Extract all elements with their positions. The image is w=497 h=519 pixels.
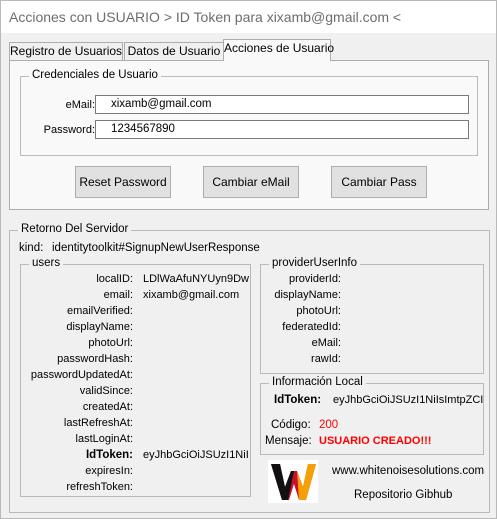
refreshtoken-label: refreshToken:: [66, 481, 133, 493]
tab-strip: Registro de Usuarios Datos de Usuario Ac…: [9, 39, 487, 61]
photourl-label: photoUrl:: [88, 337, 133, 349]
createdat-label: createdAt:: [82, 401, 133, 413]
kind-label: kind:: [19, 242, 44, 254]
credentials-group: Credenciales de Usuario eMail: xixamb@gm…: [20, 69, 478, 156]
kind-value: identitytoolkit#SignupNewUserResponse: [52, 242, 260, 254]
tab-registro-usuarios[interactable]: Registro de Usuarios: [9, 42, 123, 61]
github-repo-link[interactable]: Repositorio Gibhub: [354, 489, 452, 501]
localid-value: LDlWaAfuNYUyn9Dw: [143, 273, 249, 285]
users-group-label: users: [29, 257, 64, 269]
mensaje-value: USUARIO CREADO!!!: [319, 435, 432, 447]
provider-email-label: eMail:: [311, 337, 341, 349]
provider-displayname-label: displayName:: [274, 289, 341, 301]
rawid-label: rawId:: [311, 353, 341, 365]
users-group: users localID: LDlWaAfuNYUyn9Dw email: x…: [20, 257, 251, 497]
provider-group-label: providerUserInfo: [269, 257, 361, 269]
local-idtoken-label: IdToken:: [274, 394, 322, 406]
title-bar: Acciones con USUARIO > ID Token para xix…: [1, 1, 496, 33]
server-response-group: Retorno Del Servidor kind: identitytoolk…: [9, 223, 490, 513]
displayname-label: displayName:: [66, 321, 133, 333]
server-group-label: Retorno Del Servidor: [18, 223, 132, 235]
passwordhash-label: passwordHash:: [57, 353, 133, 365]
provider-photourl-label: photoUrl:: [296, 305, 341, 317]
logo-w-icon: [268, 460, 318, 503]
localid-label: localID:: [96, 273, 133, 285]
codigo-label: Código:: [271, 419, 311, 431]
local-info-group-label: Información Local: [269, 376, 366, 388]
federatedid-label: federatedId:: [282, 321, 341, 333]
main-window: Acciones con USUARIO > ID Token para xix…: [0, 0, 497, 519]
cambiar-email-button[interactable]: Cambiar eMail: [203, 166, 299, 198]
cambiar-pass-button[interactable]: Cambiar Pass: [331, 166, 427, 198]
tab-panel-acciones: Credenciales de Usuario eMail: xixamb@gm…: [9, 60, 489, 210]
mensaje-label: Mensaje:: [265, 435, 312, 447]
lastloginat-label: lastLoginAt:: [75, 433, 133, 445]
idtoken-user-value: eyJhbGciOiJSUzI1NiI: [143, 449, 249, 461]
reset-password-button[interactable]: Reset Password: [75, 166, 171, 198]
tab-acciones-usuario[interactable]: Acciones de Usuario: [223, 39, 334, 61]
codigo-value: 200: [319, 419, 339, 431]
password-label: Password:: [43, 124, 95, 136]
website-link[interactable]: www.whitenoisesolutions.com: [332, 465, 484, 477]
whitenoise-logo[interactable]: [268, 460, 318, 503]
email-label: eMail:: [65, 99, 95, 111]
lastrefreshat-label: lastRefreshAt:: [63, 417, 133, 429]
expiresin-label: expiresIn:: [85, 465, 133, 477]
local-info-group: Información Local IdToken: eyJhbGciOiJSU…: [260, 376, 484, 455]
validsince-label: validSince:: [79, 385, 133, 397]
idtoken-user-label: IdToken:: [85, 449, 133, 461]
email-user-label: email:: [103, 289, 133, 301]
passwordupdatedat-label: passwordUpdatedAt:: [30, 369, 133, 381]
email-user-value: xixamb@gmail.com: [143, 289, 240, 301]
emailverified-label: emailVerified:: [66, 305, 133, 317]
provider-user-info-group: providerUserInfo providerId: displayName…: [260, 257, 484, 374]
credentials-group-label: Credenciales de Usuario: [29, 69, 161, 81]
tab-datos-usuario[interactable]: Datos de Usuario: [124, 42, 224, 61]
providerid-label: providerId:: [289, 273, 341, 285]
email-field[interactable]: xixamb@gmail.com: [95, 95, 469, 114]
password-field[interactable]: 1234567890: [95, 120, 469, 139]
local-idtoken-value: eyJhbGciOiJSUzI1NiIsImtpZCI6: [333, 394, 483, 406]
window-title: Acciones con USUARIO > ID Token para xix…: [9, 9, 402, 25]
